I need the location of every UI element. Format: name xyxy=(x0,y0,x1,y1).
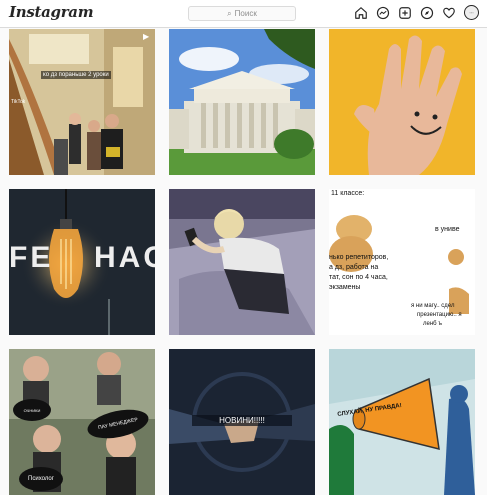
home-icon[interactable] xyxy=(354,6,368,20)
new-post-icon[interactable] xyxy=(398,6,412,20)
post-1-image xyxy=(9,29,155,175)
post-tile-3[interactable] xyxy=(329,29,475,175)
meme-left-line: тат, сон по 4 часа, xyxy=(329,274,388,281)
post-4-text-left: FE xyxy=(9,241,54,274)
instagram-logo[interactable]: Instagram xyxy=(9,3,94,21)
search-icon: ⌕ xyxy=(227,8,232,18)
meme-right-line: я ни магу.. сдел xyxy=(411,303,455,309)
post-tile-7[interactable]: ОЧНИКИ ПАУ МЕНЕДЖЕР Психолог xyxy=(9,349,155,495)
post-tile-6[interactable]: 11 классе: в униве нько репетиторов, а д… xyxy=(329,189,475,335)
search-input[interactable]: ⌕ Поиск xyxy=(188,6,296,21)
meme-left-line: нько репетиторов, xyxy=(329,254,389,261)
post-9-image xyxy=(329,349,475,495)
heart-icon[interactable] xyxy=(442,6,456,20)
tiktok-badge: TikTok xyxy=(11,99,26,105)
nav-icons: ◦◦◦ xyxy=(354,5,479,20)
post-tile-9[interactable]: СЛУХАЙ, НУ ПРАВДА! xyxy=(329,349,475,495)
meme-right-text: я ни магу.. сдел презентацию.. я ленб ъ xyxy=(411,302,462,329)
search-placeholder: Поиск xyxy=(234,9,257,18)
post-3-image xyxy=(329,29,475,175)
meme-top-text: 11 классе: xyxy=(331,190,365,197)
post-2-image xyxy=(169,29,315,175)
post-5-image xyxy=(169,189,315,335)
post-tile-2[interactable] xyxy=(169,29,315,175)
meme-top-right-text: в униве xyxy=(435,226,460,233)
meme-right-line: презентацию.. я xyxy=(417,312,462,318)
post-1-overlay-text: ко дз пораньше 2 уроки xyxy=(41,71,111,79)
post-tile-4[interactable]: FE HAC xyxy=(9,189,155,335)
post-8-label: НОВИНИ!!!!! xyxy=(192,415,292,426)
meme-left-line: экзамены xyxy=(329,284,361,291)
post-tile-8[interactable]: НОВИНИ!!!!! xyxy=(169,349,315,495)
play-icon: ▶ xyxy=(143,32,150,41)
label-bubble-1: ОЧНИКИ xyxy=(13,399,51,421)
profile-avatar[interactable]: ◦◦◦ xyxy=(464,5,479,20)
post-4-text-right: HAC xyxy=(94,241,155,274)
meme-right-line: ленб ъ xyxy=(423,321,443,327)
meme-left-line: а дз, работа на xyxy=(329,264,379,271)
explore-icon[interactable] xyxy=(420,6,434,20)
top-navigation-bar: Instagram ⌕ Поиск ◦◦◦ xyxy=(0,0,487,28)
label-bubble-3: Психолог xyxy=(19,467,63,491)
messenger-icon[interactable] xyxy=(376,6,390,20)
post-tile-5[interactable] xyxy=(169,189,315,335)
meme-left-text: нько репетиторов, а дз, работа на тат, с… xyxy=(329,253,388,293)
post-tile-1[interactable]: ко дз пораньше 2 уроки TikTok ▶ xyxy=(9,29,155,175)
